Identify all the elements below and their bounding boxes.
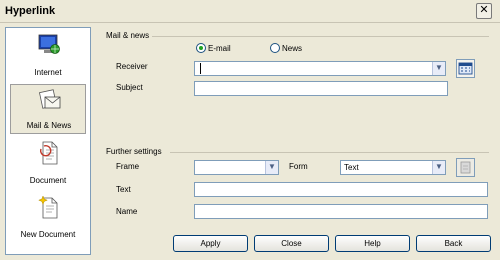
help-button[interactable]: Help: [335, 235, 410, 252]
sidebar-item-mail-news[interactable]: Mail & News: [10, 84, 86, 134]
further-settings-separator: [170, 152, 489, 153]
sidebar-item-new-document[interactable]: New Document: [10, 192, 86, 242]
title-bar: Hyperlink ✕: [0, 0, 500, 22]
form-label: Form: [289, 162, 308, 171]
name-input[interactable]: [194, 204, 488, 219]
title-separator: [0, 22, 500, 23]
close-button[interactable]: Close: [254, 235, 329, 252]
text-label: Text: [116, 185, 131, 194]
form-combobox[interactable]: Text ▼: [340, 160, 446, 175]
sidebar-item-document[interactable]: Document: [10, 138, 86, 188]
further-settings-section-title: Further settings: [106, 147, 162, 156]
receiver-label: Receiver: [116, 62, 148, 71]
name-label: Name: [116, 207, 138, 216]
text-input[interactable]: [194, 182, 488, 197]
receiver-combobox[interactable]: ▼: [194, 61, 446, 76]
new-document-icon: [38, 195, 58, 219]
mail-icon: [39, 89, 61, 109]
mail-news-section-title: Mail & news: [106, 31, 150, 40]
address-book-button[interactable]: [456, 59, 475, 78]
close-window-button[interactable]: ✕: [476, 3, 492, 19]
document-icon: [40, 141, 58, 165]
sidebar-item-label: Document: [29, 176, 67, 185]
chevron-down-icon[interactable]: ▼: [265, 161, 278, 174]
close-icon: ✕: [479, 4, 489, 16]
radio-selected-dot: [199, 46, 203, 50]
sidebar-item-label: Internet: [34, 68, 62, 77]
news-radio[interactable]: [270, 43, 280, 53]
mail-news-separator: [152, 36, 489, 37]
email-radio[interactable]: [196, 43, 206, 53]
address-book-icon: [458, 62, 473, 75]
text-caret: [200, 63, 201, 74]
frame-label: Frame: [116, 162, 140, 171]
chevron-down-icon[interactable]: ▼: [432, 62, 445, 75]
globe-monitor-icon: [38, 34, 60, 54]
events-icon: [460, 161, 471, 174]
form-value: Text: [344, 163, 359, 172]
apply-button[interactable]: Apply: [173, 235, 248, 252]
subject-label: Subject: [116, 83, 143, 92]
email-radio-label: E-mail: [208, 44, 231, 53]
sidebar-item-label: New Document: [20, 230, 76, 239]
sidebar-item-internet[interactable]: Internet: [10, 30, 86, 80]
back-button[interactable]: Back: [416, 235, 491, 252]
chevron-down-icon[interactable]: ▼: [432, 161, 445, 174]
news-radio-label: News: [282, 44, 303, 53]
events-button[interactable]: [456, 158, 475, 177]
hyperlink-dialog: Hyperlink ✕ Internet Mail & News Documen…: [0, 0, 500, 260]
hyperlink-type-panel: Internet Mail & News Document New Docume…: [5, 27, 91, 255]
dialog-title: Hyperlink: [5, 5, 56, 17]
sidebar-item-label: Mail & News: [26, 121, 72, 130]
frame-combobox[interactable]: ▼: [194, 160, 279, 175]
subject-input[interactable]: [194, 81, 448, 96]
